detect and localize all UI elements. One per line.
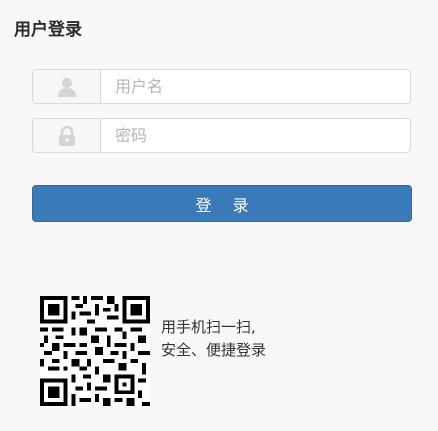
lock-icon (33, 119, 101, 152)
page-title: 用户登录 (14, 20, 82, 40)
qr-instructions: 用手机扫一扫, 安全、便捷登录 (161, 316, 266, 362)
username-input[interactable] (101, 70, 410, 103)
qr-code-icon (40, 296, 150, 406)
password-input[interactable] (101, 119, 410, 152)
user-icon (33, 70, 101, 103)
qr-text-line1: 用手机扫一扫, (161, 318, 256, 336)
password-field (32, 118, 411, 153)
qr-text-line2: 安全、便捷登录 (161, 341, 267, 359)
username-field (32, 69, 411, 104)
login-button[interactable]: 登 录 (32, 185, 412, 222)
